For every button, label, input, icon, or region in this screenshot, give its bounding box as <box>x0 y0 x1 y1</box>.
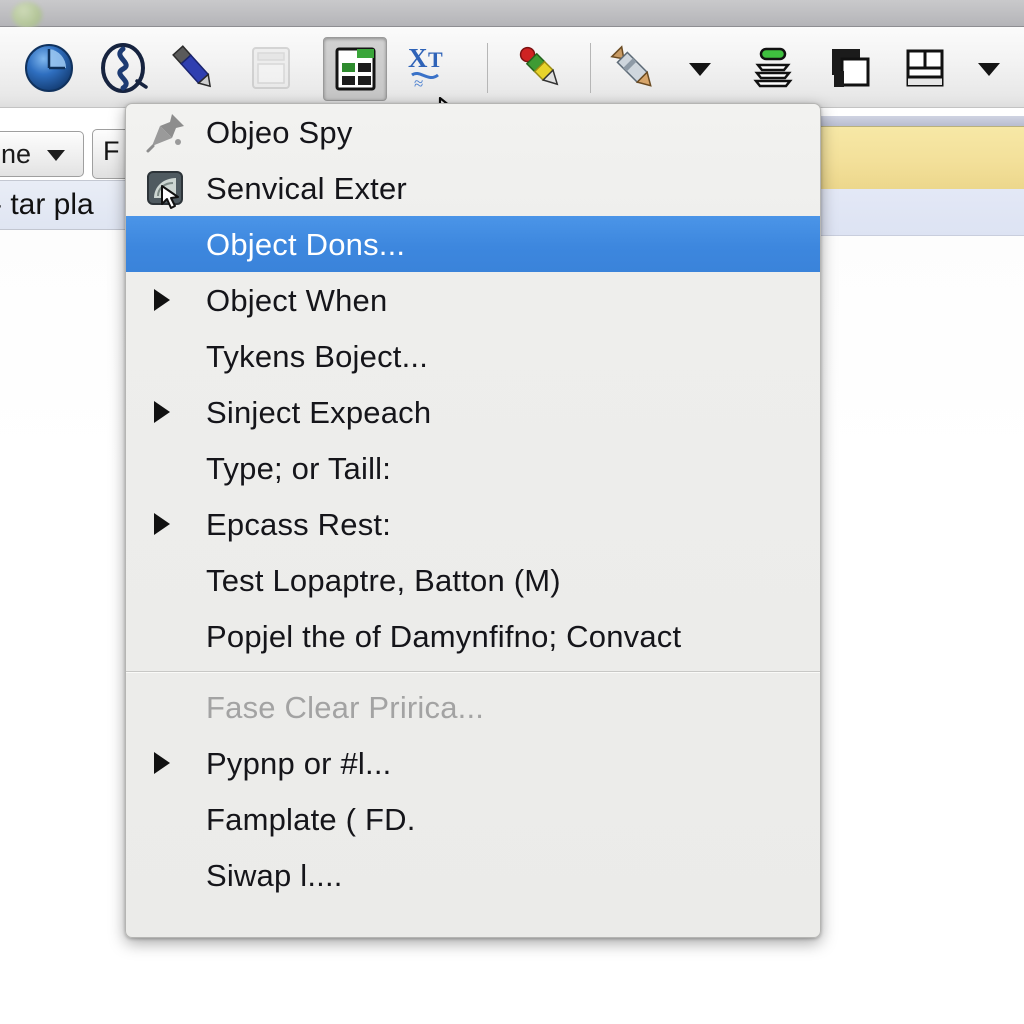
menu-item-object-dons[interactable]: Object Dons... <box>126 216 820 272</box>
submenu-arrow-icon <box>154 752 170 774</box>
menu-item-gutter <box>136 791 206 847</box>
menu-item-famplate[interactable]: Famplate ( FD. <box>126 791 820 847</box>
menu-item-gutter <box>136 272 206 328</box>
menu-item-gutter <box>136 384 206 440</box>
clock-pie-icon <box>25 44 73 92</box>
menu-item-label: Type; or Taill: <box>206 450 392 486</box>
menu-item-siwap[interactable]: Siwap l.... <box>126 847 820 903</box>
grid-table-icon <box>335 47 376 91</box>
layout-dropdown-caret-icon[interactable] <box>978 63 1000 76</box>
menu-item-gutter <box>136 104 206 160</box>
menu-item-label: Pypnp or #l... <box>206 745 392 781</box>
menu-item-label: Sinject Expeach <box>206 394 432 430</box>
window-frame-icon <box>252 47 290 89</box>
menu-item-types-or-taill[interactable]: Type; or Taill: <box>126 440 820 496</box>
menu-item-label: Object Dons... <box>206 226 406 262</box>
menu-item-label: Famplate ( FD. <box>206 801 416 837</box>
menu-separator <box>126 671 820 672</box>
screenshot-root: - tar pla ne F X T ≈ Objeo Spy Senvical … <box>0 0 1024 1024</box>
context-menu-list: Objeo Spy Senvical Exter Object Dons... <box>126 104 820 937</box>
toolbar-button-knot[interactable] <box>92 37 154 99</box>
menu-item-gutter <box>136 847 206 903</box>
xt-transform-icon: X T ≈ <box>408 43 443 93</box>
menu-item-label: Popjel the of Damynfifno; Convact <box>206 618 682 654</box>
blue-pen-icon <box>172 45 212 88</box>
toolbar-button-transform[interactable]: X T ≈ <box>398 37 460 99</box>
screen-cursor-icon <box>147 171 183 209</box>
toolbar-button-table[interactable] <box>323 37 387 101</box>
menu-item-gutter <box>136 328 206 384</box>
menu-item-gutter <box>136 160 206 216</box>
svg-text:X: X <box>408 43 428 73</box>
menu-item-test-lopaptre[interactable]: Test Lopaptre, Batton (M) <box>126 552 820 608</box>
menu-item-pypnp[interactable]: Pypnp or #l... <box>126 735 820 791</box>
submenu-arrow-icon <box>154 289 170 311</box>
main-toolbar: X T ≈ <box>0 27 1024 131</box>
menu-item-gutter <box>136 216 206 272</box>
submenu-arrow-icon <box>154 401 170 423</box>
toolbar-separator <box>487 43 488 93</box>
menu-item-gutter <box>136 440 206 496</box>
menu-item-object-when[interactable]: Object When <box>126 272 820 328</box>
menu-item-gutter <box>136 735 206 791</box>
banner-sub-row <box>820 189 1024 236</box>
toolbar-button-layout[interactable] <box>894 37 956 99</box>
menu-item-label: Siwap l.... <box>206 857 343 893</box>
toolbar-button-overlap[interactable] <box>818 37 880 99</box>
window-overlap-icon <box>832 49 870 87</box>
layout-split-icon <box>906 49 944 87</box>
submenu-arrow-icon <box>154 513 170 535</box>
toolbar-button-layers[interactable] <box>742 37 804 99</box>
menu-item-popjel-convact[interactable]: Popjel the of Damynfifno; Convact <box>126 608 820 664</box>
pencil-dropdown-caret-icon[interactable] <box>689 63 711 76</box>
toolbar-separator-2 <box>590 43 591 93</box>
menu-item-label: Objeo Spy <box>206 114 353 150</box>
svg-text:T: T <box>428 47 443 72</box>
menu-item-label: Object When <box>206 282 388 318</box>
f-button-label: F <box>103 136 120 166</box>
toolbar-button-marker[interactable] <box>510 37 572 99</box>
window-titlebar <box>0 0 1024 28</box>
traffic-pencil-icon <box>519 46 559 86</box>
menu-item-gutter <box>136 552 206 608</box>
menu-item-label: Senvical Exter <box>206 170 407 206</box>
menu-item-label: Test Lopaptre, Batton (M) <box>206 562 561 598</box>
toolbar-button-pencil[interactable] <box>602 37 664 99</box>
combobox-value: ne <box>1 139 32 169</box>
toolbar-combobox[interactable]: ne <box>0 131 84 177</box>
svg-text:≈: ≈ <box>414 74 423 93</box>
menu-item-sinject-expeach[interactable]: Sinject Expeach <box>126 384 820 440</box>
menu-item-tykens-boject[interactable]: Tykens Boject... <box>126 328 820 384</box>
stack-layers-icon <box>753 47 793 88</box>
banner-header-bar <box>820 116 1024 126</box>
menu-item-objeo-spy[interactable]: Objeo Spy <box>126 104 820 160</box>
menu-item-gutter <box>136 496 206 552</box>
pencil-icon <box>610 45 652 87</box>
context-menu[interactable]: Objeo Spy Senvical Exter Object Dons... <box>125 103 821 938</box>
menu-item-senvical-exter[interactable]: Senvical Exter <box>126 160 820 216</box>
menu-item-epcass-rest[interactable]: Epcass Rest: <box>126 496 820 552</box>
notification-banner <box>820 126 1024 190</box>
menu-item-label: Tykens Boject... <box>206 338 429 374</box>
menu-item-label: Fase Clear Pririca... <box>206 689 485 725</box>
menu-item-gutter <box>136 608 206 664</box>
toolbar-button-window[interactable] <box>240 37 302 99</box>
menu-item-gutter <box>136 679 206 735</box>
window-control-dot-icon[interactable] <box>12 2 42 28</box>
menu-item-label: Epcass Rest: <box>206 506 392 542</box>
strip-text: - tar pla <box>0 188 94 221</box>
knot-symbol-icon <box>101 43 148 93</box>
toolbar-button-clock[interactable] <box>18 37 80 99</box>
toolbar-button-blue-pen[interactable] <box>162 37 224 99</box>
menu-item-fase-clear-pririca: Fase Clear Pririca... <box>126 679 820 735</box>
chevron-down-icon <box>47 150 65 161</box>
pushpin-icon <box>146 114 184 153</box>
